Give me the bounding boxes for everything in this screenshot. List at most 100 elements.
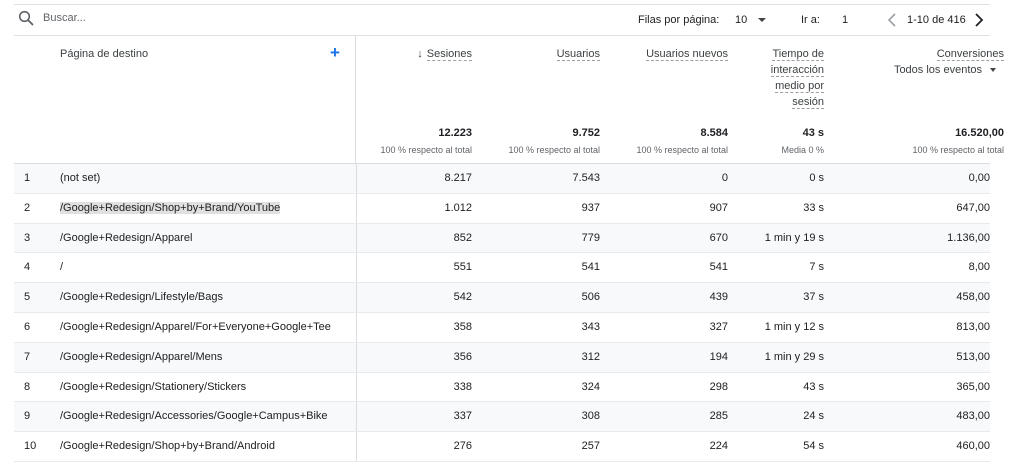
metric-cell-new_users: 541: [709, 261, 728, 274]
table-row[interactable]: 4 / 551 541 541 7 s 8,00: [14, 253, 990, 284]
metric-cell-sessions: 338: [453, 380, 472, 393]
chevron-left-icon[interactable]: [885, 12, 899, 28]
metric-total-percent: Media 0 %: [781, 145, 824, 155]
table-row[interactable]: 2/Google+Redesign/Shop+by+Brand/YouTube 1…: [14, 193, 990, 224]
metric-cell-sessions: 358: [453, 320, 472, 333]
metric-cell-conv: 458,00: [956, 291, 990, 304]
metric-cell-time: 1 min y 12 s: [764, 320, 824, 333]
metric-cell-time: 54 s: [803, 440, 824, 453]
dimension-header: Página de destino +: [14, 36, 356, 164]
add-dimension-plus-icon[interactable]: +: [328, 44, 342, 61]
landing-page-cell[interactable]: /Google+Redesign/Shop+by+Brand/YouTube: [60, 201, 281, 214]
metric-header-sessions[interactable]: ↓ Sesiones 12.223 100 % respecto al total: [362, 36, 472, 164]
chevron-right-icon[interactable]: [972, 12, 986, 28]
row-index: 1: [24, 172, 31, 184]
search-box[interactable]: [18, 10, 243, 26]
landing-page-cell[interactable]: /Google+Redesign/Apparel: [60, 232, 192, 244]
metric-total: 43 s: [802, 127, 824, 139]
column-divider: [356, 312, 357, 342]
table-row[interactable]: 5/Google+Redesign/Lifestyle/Bags 542 506 43…: [14, 283, 990, 313]
table-row[interactable]: 3/Google+Redesign/Apparel 852 779 670 1 min …: [14, 223, 990, 254]
metric-cell-new_users: 0: [721, 172, 728, 184]
metric-cell-conv: 0,00: [968, 172, 990, 184]
metric-total: 12.223: [438, 127, 472, 139]
column-divider: [356, 283, 357, 312]
metric-header-users[interactable]: Usuarios 9.752 100 % respecto al total: [480, 36, 600, 164]
column-divider: [356, 193, 357, 223]
column-divider: [356, 372, 357, 402]
landing-page-cell[interactable]: /Google+Redesign/Lifestyle/Bags: [60, 291, 223, 303]
report-table: Página de destino + ↓ Sesiones 12.223 100 %…: [14, 36, 1004, 462]
column-divider: [356, 164, 357, 193]
landing-page-cell[interactable]: /: [60, 261, 63, 273]
dropdown-caret-icon[interactable]: [990, 68, 996, 73]
metric-cell-time: 33 s: [803, 201, 824, 214]
landing-page-cell[interactable]: /Google+Redesign/Apparel/Mens: [60, 351, 222, 363]
metric-cell-time: 43 s: [803, 380, 824, 393]
metric-header-conv[interactable]: Conversiones Todos los eventos 16.520,00 10…: [840, 36, 1004, 164]
metric-cell-users: 937: [581, 201, 600, 214]
landing-page-cell[interactable]: (not set): [60, 172, 100, 184]
dimension-header-label[interactable]: Página de destino: [60, 48, 148, 60]
dropdown-caret-icon[interactable]: [758, 18, 766, 22]
metric-header-label[interactable]: Tiempo de interacción medio por sesión: [770, 46, 824, 110]
metric-total-percent: 100 % respecto al total: [380, 145, 472, 155]
metric-cell-new_users: 670: [709, 231, 728, 244]
row-index: 7: [24, 350, 31, 363]
metric-header-label[interactable]: Usuarios nuevos: [646, 46, 728, 62]
column-divider: [356, 432, 357, 461]
sort-descending-icon[interactable]: ↓: [417, 46, 423, 62]
metric-cell-new_users: 907: [709, 201, 728, 214]
metric-cell-conv: 483,00: [956, 410, 990, 423]
metric-cell-users: 506: [581, 291, 600, 304]
event-filter-dropdown[interactable]: Todos los eventos: [894, 64, 996, 76]
metric-cell-new_users: 194: [709, 350, 728, 363]
table-row[interactable]: 6/Google+Redesign/Apparel/For+Everyone+G…: [14, 312, 990, 343]
metric-cell-new_users: 224: [709, 440, 728, 453]
metric-cell-users: 324: [581, 380, 600, 393]
table-row[interactable]: 7/Google+Redesign/Apparel/Mens 356 312 194 1…: [14, 342, 990, 373]
metric-cell-conv: 647,00: [956, 201, 990, 214]
metric-cell-new_users: 439: [709, 291, 728, 304]
metric-cell-time: 1 min y 29 s: [764, 350, 824, 363]
column-divider: [356, 402, 357, 432]
column-divider: [356, 253, 357, 283]
metric-header-label[interactable]: ↓ Sesiones: [417, 46, 472, 62]
landing-page-cell[interactable]: /Google+Redesign/Accessories/Google+Camp…: [60, 410, 328, 422]
metric-cell-sessions: 852: [453, 231, 472, 244]
metric-header-label[interactable]: Usuarios: [556, 46, 600, 62]
metric-header-new_users[interactable]: Usuarios nuevos 8.584 100 % respecto al to…: [608, 36, 728, 164]
goto-label: Ir a:: [801, 14, 820, 26]
goto-page-input[interactable]: 1: [842, 14, 848, 26]
metric-total: 8.584: [700, 127, 728, 139]
metric-cell-sessions: 337: [453, 410, 472, 423]
metric-cell-conv: 1.136,00: [947, 231, 990, 244]
metric-header-label[interactable]: Conversiones: [936, 46, 1004, 62]
metric-total-percent: 100 % respecto al total: [508, 145, 600, 155]
rows-per-page-select[interactable]: 10: [735, 14, 747, 26]
metric-header-time[interactable]: Tiempo de interacción medio por sesión 43 s M…: [734, 36, 824, 164]
landing-page-cell[interactable]: /Google+Redesign/Stationery/Stickers: [60, 381, 246, 393]
metric-cell-new_users: 327: [709, 320, 728, 333]
table-row[interactable]: 9/Google+Redesign/Accessories/Google+Cam…: [14, 402, 990, 433]
metric-total-percent: 100 % respecto al total: [912, 145, 1004, 155]
row-index: 5: [24, 291, 31, 304]
landing-page-cell[interactable]: /Google+Redesign/Apparel/For+Everyone+Go…: [60, 321, 331, 333]
table-row[interactable]: 1 (not set) 8.217 7.543 0 0 s 0,00: [14, 164, 990, 194]
metric-cell-sessions: 276: [453, 440, 472, 453]
metric-cell-conv: 460,00: [956, 440, 990, 453]
metric-cell-users: 7.543: [572, 172, 600, 184]
metric-cell-time: 1 min y 19 s: [764, 231, 824, 244]
metric-cell-conv: 365,00: [956, 380, 990, 393]
search-input[interactable]: [43, 12, 243, 24]
metric-cell-time: 24 s: [803, 410, 824, 423]
metric-cell-users: 308: [581, 410, 600, 423]
row-index: 8: [24, 380, 31, 393]
table-row[interactable]: 10/Google+Redesign/Shop+by+Brand/Android…: [14, 432, 990, 462]
metric-cell-conv: 8,00: [968, 261, 990, 274]
row-index: 3: [24, 231, 31, 244]
landing-page-cell[interactable]: /Google+Redesign/Shop+by+Brand/Android: [60, 440, 275, 452]
table-row[interactable]: 8/Google+Redesign/Stationery/Stickers 338…: [14, 372, 990, 403]
metric-cell-users: 343: [581, 320, 600, 333]
rows-per-page-label: Filas por página:: [638, 14, 720, 26]
